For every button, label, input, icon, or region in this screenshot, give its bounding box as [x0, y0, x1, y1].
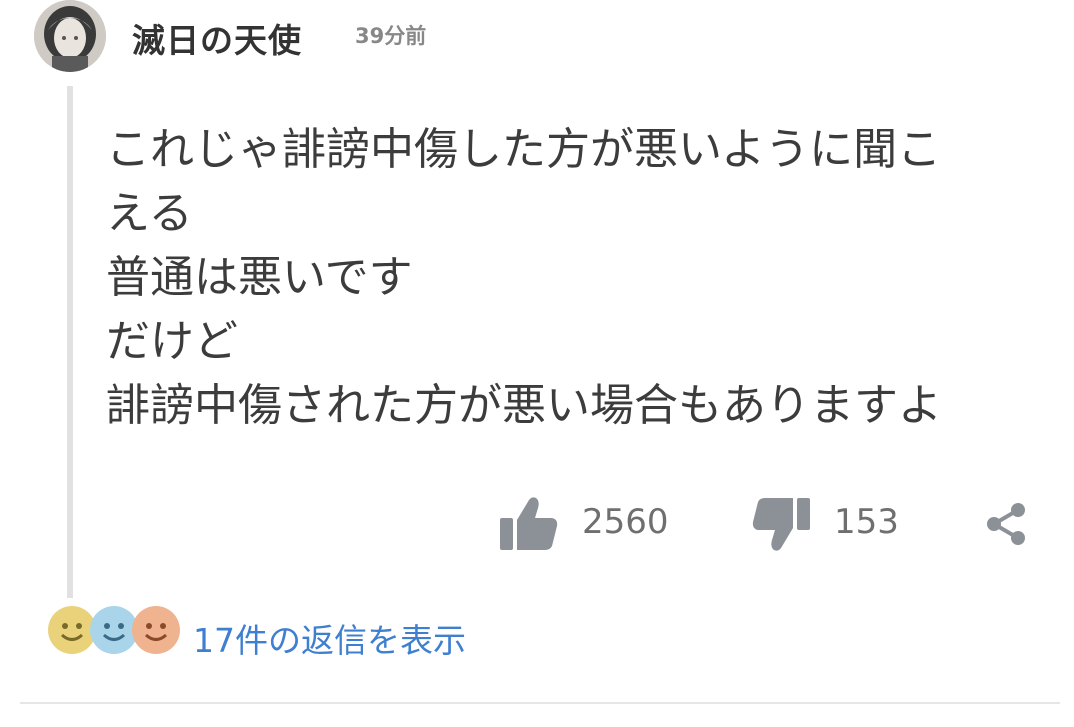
comment-line: える	[106, 188, 193, 239]
dislike-count: 153	[834, 502, 899, 542]
avatar[interactable]	[34, 0, 106, 72]
dislike-button[interactable]	[750, 496, 812, 556]
comment-timestamp: 39分前	[355, 24, 427, 48]
divider	[20, 702, 1060, 704]
comment-line: これじゃ誹謗中傷した方が悪いように聞こ	[106, 124, 942, 175]
share-icon	[987, 503, 1025, 545]
smiley-face-icon	[90, 606, 138, 654]
view-replies-link[interactable]: 17件の返信を表示	[193, 614, 466, 662]
avatar-image	[34, 0, 106, 72]
comment-username[interactable]: 滅日の天使	[132, 14, 302, 62]
thumbs-down-icon	[752, 498, 810, 551]
comment-line: 普通は悪いです	[106, 252, 413, 303]
comment-actions: 2560 153	[0, 496, 1074, 556]
like-count: 2560	[582, 502, 669, 542]
share-button[interactable]	[984, 502, 1028, 550]
like-button[interactable]	[498, 496, 560, 556]
smiley-face-icon	[132, 606, 180, 654]
comment-line: 誹謗中傷された方が悪い場合もありますよ	[106, 380, 942, 431]
comment-text: これじゃ誹謗中傷した方が悪いように聞こ える 普通は悪いです だけど 誹謗中傷さ…	[106, 118, 1036, 438]
comment-line: だけど	[106, 316, 238, 367]
smiley-face-icon	[48, 606, 96, 654]
thumbs-up-icon	[500, 497, 558, 550]
